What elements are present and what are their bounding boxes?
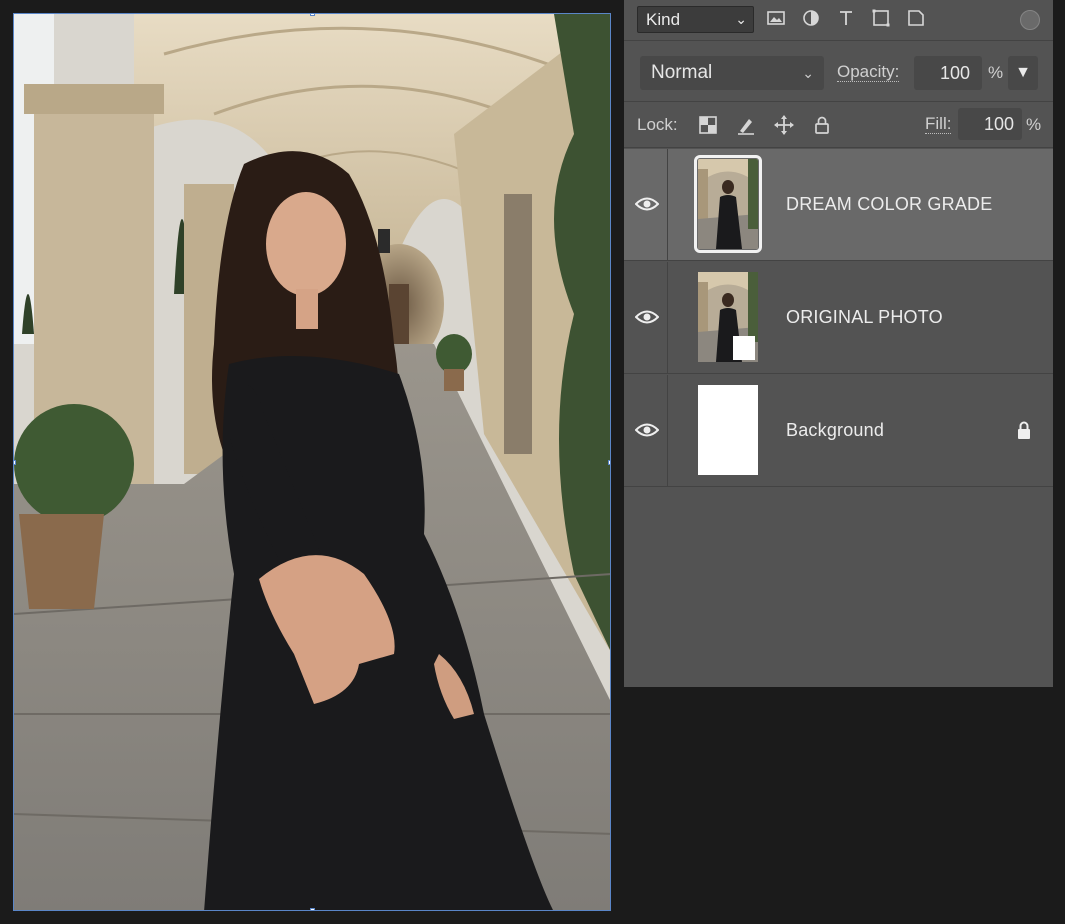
opacity-input[interactable]: 100: [914, 56, 982, 90]
triangle-down-icon: ▼: [1015, 64, 1031, 81]
layer-name[interactable]: ORIGINAL PHOTO: [786, 307, 943, 328]
smart-object-filter-icon[interactable]: [906, 8, 926, 28]
opacity-label[interactable]: Opacity:: [837, 63, 900, 82]
opacity-dropdown-button[interactable]: ▼: [1008, 56, 1038, 90]
transform-handle[interactable]: [310, 14, 315, 16]
visibility-toggle[interactable]: [624, 149, 668, 261]
chevron-down-icon: ⌄: [735, 11, 747, 27]
layer-row-background[interactable]: Background: [624, 375, 1053, 487]
image-filter-icon[interactable]: [766, 8, 786, 28]
blend-row: Normal ⌄ Opacity: 100 % ▼: [624, 42, 1053, 102]
visibility-toggle[interactable]: [624, 375, 668, 487]
filter-toggle-button[interactable]: [1020, 10, 1040, 30]
lock-position-icon[interactable]: [773, 114, 795, 136]
blend-mode-value: Normal: [651, 62, 713, 83]
layer-thumbnail[interactable]: [698, 272, 758, 362]
lock-label: Lock:: [637, 115, 678, 134]
layer-thumbnail[interactable]: [698, 385, 758, 475]
transform-handle[interactable]: [14, 460, 16, 465]
lock-all-icon[interactable]: [811, 114, 833, 136]
layer-name[interactable]: Background: [786, 420, 884, 441]
photo-image: [14, 14, 610, 910]
layer-name[interactable]: DREAM COLOR GRADE: [786, 194, 992, 215]
lock-transparent-pixels-icon[interactable]: [697, 114, 719, 136]
type-filter-icon[interactable]: [836, 8, 856, 28]
filter-kind-select[interactable]: Kind ⌄: [637, 6, 754, 33]
layers-panel: Kind ⌄ Normal ⌄ Opacity: 100 % ▼ Lock: F…: [624, 0, 1053, 687]
layer-filter-row: Kind ⌄: [624, 0, 1053, 41]
eye-icon[interactable]: [635, 307, 659, 327]
adjustment-filter-icon[interactable]: [801, 8, 821, 28]
eye-icon[interactable]: [635, 194, 659, 214]
fill-unit: %: [1026, 115, 1042, 134]
shape-filter-icon[interactable]: [871, 8, 891, 28]
visibility-toggle[interactable]: [624, 262, 668, 374]
document-canvas[interactable]: [13, 13, 611, 911]
lock-row: Lock: Fill: 100 %: [624, 103, 1053, 148]
photo-thumbnail-image: [698, 272, 758, 362]
fill-input[interactable]: 100: [958, 108, 1022, 140]
lock-image-pixels-icon[interactable]: [735, 114, 757, 136]
blend-mode-select[interactable]: Normal ⌄: [640, 56, 824, 90]
filter-kind-label: Kind: [646, 10, 681, 29]
opacity-unit: %: [988, 63, 1004, 82]
fill-label[interactable]: Fill:: [925, 115, 952, 134]
eye-icon[interactable]: [635, 420, 659, 440]
lock-icon: [1018, 421, 1030, 439]
chevron-down-icon: ⌄: [802, 65, 814, 81]
layer-row-original-photo[interactable]: ORIGINAL PHOTO: [624, 262, 1053, 374]
layer-row-dream-color-grade[interactable]: DREAM COLOR GRADE: [624, 149, 1053, 261]
layer-thumbnail[interactable]: [694, 155, 762, 253]
photo-thumbnail-image: [698, 159, 758, 249]
